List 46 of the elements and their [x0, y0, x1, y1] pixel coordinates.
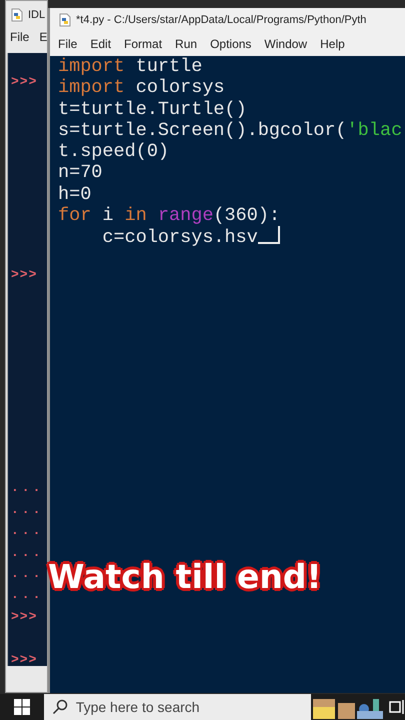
window-title: *t4.py - C:/Users/star/AppData/Local/Programs/Python/Pyth — [76, 12, 366, 28]
menu-item[interactable]: Format — [124, 35, 162, 53]
code-token: colorsys — [134, 77, 225, 98]
windows-logo-icon[interactable] — [14, 699, 30, 715]
menu-item[interactable]: File — [58, 35, 78, 53]
code-token: c=colorsys.hsv — [101, 227, 258, 248]
python-file-icon — [58, 13, 72, 27]
code-token: t.speed(0) — [58, 141, 170, 162]
window-title: IDL — [28, 8, 46, 23]
menu-item[interactable]: Run — [175, 35, 198, 53]
code-token: t=turtle.Turtle() — [58, 98, 247, 120]
python-file-icon — [10, 8, 24, 22]
code-token: for — [58, 205, 92, 226]
menu-item[interactable]: E — [39, 28, 48, 46]
text-cursor — [258, 226, 280, 244]
prompt-marker: >>> — [11, 608, 38, 624]
prompt-marker: >>> — [11, 652, 38, 666]
search-box[interactable]: Type here to search — [44, 694, 311, 720]
continuation-marker: ... — [11, 502, 44, 517]
continuation-marker: ... — [11, 587, 44, 602]
code-token: range — [158, 205, 214, 226]
task-view-icon[interactable] — [389, 699, 405, 715]
menu-item[interactable]: Window — [264, 35, 308, 53]
menu-item[interactable]: File — [10, 28, 30, 46]
caption: Watch till end! — [48, 556, 322, 598]
menu-item[interactable]: Options — [210, 35, 252, 53]
prompt-marker: >>> — [11, 266, 38, 282]
code-token: in — [124, 205, 148, 226]
prompt-marker: >>> — [11, 74, 38, 89]
continuation-marker: ... — [11, 544, 44, 560]
code-token: 'blac — [346, 120, 402, 141]
code-token: n=70 — [58, 162, 102, 184]
menu-item[interactable]: Edit — [90, 35, 112, 53]
code-token: s=turtle.Screen().bgcolor( — [58, 120, 347, 141]
search-placeholder: Type here to search — [76, 698, 200, 717]
search-icon — [52, 699, 68, 715]
code-token: import — [58, 77, 125, 98]
continuation-marker: ... — [11, 480, 44, 496]
menu-item[interactable]: Help — [320, 35, 345, 53]
code-token: turtle — [134, 56, 202, 77]
code-token: import — [58, 56, 125, 77]
code-token: i — [101, 205, 115, 226]
continuation-marker: ... — [11, 523, 44, 538]
code-token: (360): — [213, 205, 280, 226]
code-token: h=0 — [58, 184, 92, 205]
continuation-marker: ... — [11, 566, 44, 581]
